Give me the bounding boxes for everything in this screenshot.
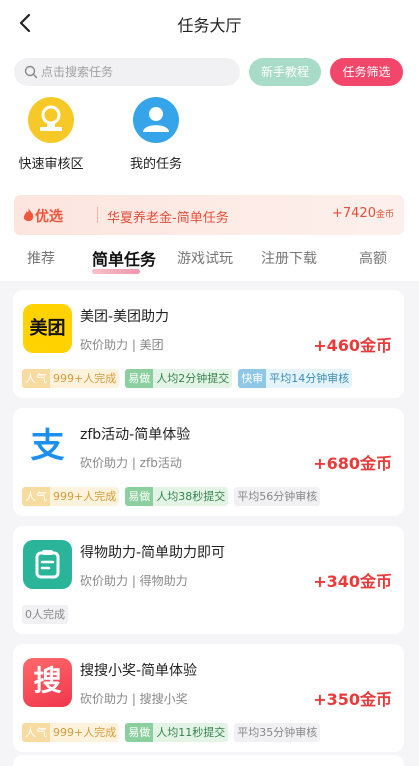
task-subtitle: 砍价助力 | 美团	[80, 338, 164, 352]
category-tabs: 推荐 简单任务 游戏试玩 注册下载 高额	[0, 246, 419, 278]
alipay-logo-icon: 支	[23, 422, 72, 471]
my-tasks-link[interactable]: 我的任务	[111, 96, 201, 172]
dewu-logo-icon	[23, 540, 72, 589]
page-title: 任务大厅	[177, 16, 242, 35]
search-input[interactable]	[41, 58, 231, 86]
alipay-logo-text: 支	[30, 426, 65, 466]
easy-tag: 易做 人均11秒提交	[125, 723, 229, 742]
divider	[97, 207, 98, 223]
my-tasks-label: 我的任务	[129, 157, 182, 172]
featured-badge-text: 优选	[35, 209, 63, 225]
task-subtitle: 砍价助力 | 得物助力	[80, 574, 188, 588]
quick-review-link[interactable]: 快速审核区	[6, 96, 96, 172]
featured-task-reward: +7420金币	[332, 206, 394, 221]
review-time-tag: 平均56分钟审核	[234, 487, 321, 506]
task-tags: 人气 999+人完成 易做 人均11秒提交 平均35分钟审核	[22, 723, 321, 743]
clipboard-icon	[35, 550, 60, 579]
tab-high-reward[interactable]: 高额	[359, 248, 387, 268]
next-task-card-edge	[13, 755, 404, 766]
tab-game-trial[interactable]: 游戏试玩	[177, 248, 233, 268]
task-title: zfb活动-简单体验	[80, 427, 191, 443]
task-tags: 人气 999+人完成 易做 人均38秒提交 平均56分钟审核	[22, 487, 321, 507]
popularity-tag: 人气 999+人完成	[22, 723, 120, 742]
task-reward: +350金币	[313, 690, 392, 709]
tutorial-button[interactable]: 新手教程	[249, 58, 321, 86]
task-tags: 人气 999+人完成 易做 人均2分钟提交 快审 平均14分钟审核	[22, 369, 353, 389]
header-bar: 任务大厅	[0, 0, 419, 46]
tab-register-download[interactable]: 注册下载	[261, 248, 317, 268]
popularity-tag: 人气 999+人完成	[22, 487, 120, 506]
featured-reward-amount: +7420	[332, 206, 376, 221]
task-card[interactable]: 得物助力-简单助力即可 砍价助力 | 得物助力 +340金币 0人完成	[13, 526, 404, 634]
task-card[interactable]: 美团 美团-美团助力 砍价助力 | 美团 +460金币 人气 999+人完成 易做…	[13, 290, 404, 398]
task-card[interactable]: 支 zfb活动-简单体验 砍价助力 | zfb活动 +680金币 人气 999+人…	[13, 408, 404, 516]
task-title: 美团-美团助力	[80, 309, 170, 325]
search-icon	[24, 65, 38, 79]
meituan-logo-icon: 美团	[23, 304, 72, 353]
search-bar[interactable]	[14, 58, 240, 86]
task-reward: +340金币	[313, 572, 392, 591]
user-icon	[133, 97, 179, 143]
tab-simple-tasks[interactable]: 简单任务	[92, 246, 156, 270]
review-time-tag: 平均35分钟审核	[234, 723, 321, 742]
medal-icon	[28, 97, 74, 143]
meituan-logo-text: 美团	[29, 318, 66, 339]
task-tags: 0人完成	[22, 605, 68, 625]
tab-recommend[interactable]: 推荐	[27, 248, 55, 268]
task-subtitle: 砍价助力 | 搜搜小奖	[80, 692, 188, 706]
task-title: 搜搜小奖-简单体验	[80, 663, 198, 679]
quick-review-label: 快速审核区	[18, 157, 84, 172]
featured-task-title: 华夏养老金-简单任务	[107, 211, 229, 226]
sousou-logo-text: 搜	[33, 664, 62, 697]
featured-task-banner[interactable]: 优选 华夏养老金-简单任务 +7420金币	[14, 195, 404, 235]
featured-badge: 优选	[22, 206, 63, 225]
easy-tag: 易做 人均38秒提交	[125, 487, 229, 506]
task-subtitle: 砍价助力 | zfb活动	[80, 456, 182, 470]
task-filter-button[interactable]: 任务筛选	[330, 58, 403, 86]
task-reward: +460金币	[313, 336, 392, 355]
easy-tag: 易做 人均2分钟提交	[125, 369, 233, 388]
task-title: 得物助力-简单助力即可	[80, 545, 226, 561]
completion-count-tag: 0人完成	[22, 605, 68, 624]
popularity-tag: 人气 999+人完成	[22, 369, 120, 388]
flame-icon	[23, 208, 34, 221]
sousou-logo-icon: 搜	[23, 658, 72, 707]
fast-review-tag: 快审 平均14分钟审核	[238, 369, 353, 388]
task-reward: +680金币	[313, 454, 392, 473]
featured-reward-unit: 金币	[375, 210, 394, 220]
task-card[interactable]: 搜 搜搜小奖-简单体验 砍价助力 | 搜搜小奖 +350金币 人气 999+人完成…	[13, 644, 404, 752]
